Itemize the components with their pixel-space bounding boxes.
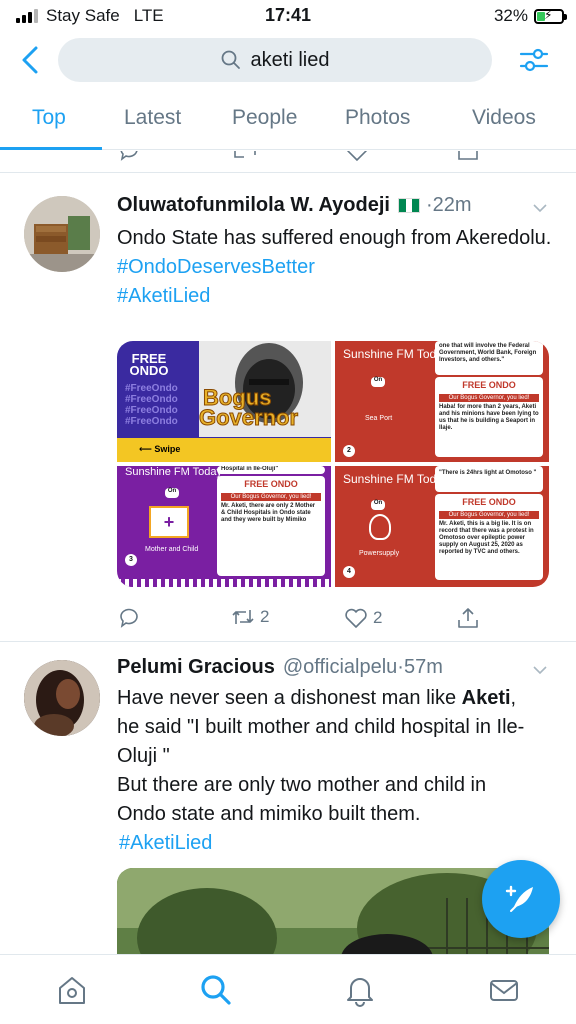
user-handle[interactable]: @officialpelu (283, 656, 397, 679)
hashtag-link[interactable]: #AketiLied (117, 829, 537, 858)
notifications-icon[interactable] (343, 973, 377, 1007)
seaport-label: Sea Port (365, 415, 393, 422)
retweet-icon (232, 610, 254, 624)
messages-icon[interactable] (487, 973, 521, 1007)
chevron-down-icon[interactable] (532, 662, 548, 678)
share-icon[interactable] (456, 151, 480, 163)
display-name[interactable]: Pelumi Gracious (117, 656, 275, 679)
tweet-header: Pelumi Gracious @officialpelu · 57m (117, 656, 443, 679)
tweet-time: 22m (432, 194, 472, 216)
status-right: 32% ⚡ (493, 6, 567, 26)
active-tab-indicator (0, 147, 102, 150)
filter-icon[interactable] (518, 44, 550, 76)
compose-feather-icon (505, 885, 533, 912)
like-count: 2 (373, 608, 383, 627)
chevron-down-icon[interactable] (532, 200, 548, 216)
like-button[interactable]: 2 (343, 606, 382, 630)
compose-tweet-button[interactable] (482, 860, 560, 938)
hashtag-repeat: #FreeOndo #FreeOndo #FreeOndo #FreeOndo (125, 383, 178, 427)
mother-child-label: Mother and Child (145, 546, 199, 553)
nigeria-flag-icon (397, 198, 420, 213)
swipe-strip: ⟵ Swipe (117, 438, 331, 462)
battery-percent: 32% (493, 6, 528, 25)
on-label: On (371, 377, 385, 387)
claim-card: FREE ONDO Our Bogus Governor, you lied! … (217, 476, 325, 576)
tweet-body-line2: But there are only two mother and child … (117, 774, 487, 825)
media-image-1[interactable]: FREE ONDO #FreeOndo #FreeOndo #FreeOndo #Fr… (117, 341, 331, 462)
pattern-strip (117, 579, 331, 587)
search-tabs: Top Latest People Photos Videos (0, 96, 576, 150)
reply-button[interactable] (117, 606, 141, 630)
station-label: Sunshine FM Today (125, 466, 223, 478)
bottom-navigation (0, 954, 576, 1024)
tweet-text: Have never seen a dishonest man like Ake… (117, 684, 537, 858)
tab-top[interactable]: Top (32, 106, 66, 130)
back-icon[interactable] (16, 42, 46, 78)
station-label: Sunshine FM Today (343, 347, 449, 361)
tweet-body: Ondo State has suffered enough from Aker… (117, 227, 552, 249)
like-icon (345, 608, 367, 628)
governor-label: Governor (198, 405, 299, 431)
tab-photos[interactable]: Photos (345, 106, 410, 130)
clock: 17:41 (264, 5, 312, 25)
page-number: 2 (343, 445, 355, 457)
like-icon[interactable] (344, 151, 370, 163)
tweet-text: Ondo State has suffered enough from Aker… (117, 224, 557, 311)
tweet-time: 57m (403, 656, 443, 678)
avatar[interactable] (24, 196, 100, 272)
home-icon[interactable] (55, 973, 89, 1007)
media-image-3[interactable]: Sunshine FM Today Hospital in Ile-Oluji"… (117, 466, 331, 587)
page-number: 3 (125, 554, 137, 566)
tweet-separator: · (425, 194, 433, 216)
free-ondo-label: FREE ONDO (129, 351, 169, 378)
house-icon: + (149, 506, 189, 538)
tab-latest[interactable]: Latest (124, 106, 181, 130)
swipe-label: ⟵ Swipe (139, 444, 181, 454)
avatar[interactable] (24, 660, 100, 736)
hashtag-link[interactable]: #AketiLied (117, 282, 557, 311)
status-bar: Stay Safe LTE 17:41 32% ⚡ (0, 0, 576, 32)
search-header: aketi lied (0, 36, 576, 86)
retweet-count: 2 (260, 607, 270, 626)
tweet[interactable]: Oluwatofunmilola W. Ayodeji · 22m Ondo S… (0, 174, 576, 642)
tab-videos[interactable]: Videos (472, 106, 536, 130)
lightbulb-icon (369, 514, 391, 540)
on-label: On (371, 500, 385, 510)
display-name[interactable]: Oluwatofunmilola W. Ayodeji (117, 194, 390, 217)
quote-card: Hospital in Ile-Oluji" (217, 466, 325, 474)
battery-icon: ⚡ (534, 8, 567, 24)
on-label: On (165, 488, 179, 498)
share-button[interactable] (456, 606, 480, 630)
search-nav-icon[interactable] (199, 973, 233, 1007)
page-number: 4 (343, 566, 355, 578)
search-icon (221, 50, 240, 69)
mention-bold: Aketi (461, 687, 511, 709)
tweet-actions: 2 2 (117, 606, 557, 636)
tweet-header: Oluwatofunmilola W. Ayodeji · 22m (117, 194, 472, 217)
claim-card: FREE ONDO Our Bogus Governor, you lied! … (435, 377, 543, 457)
hashtag-link[interactable]: #OndoDeservesBetter (117, 253, 557, 282)
reply-icon (120, 608, 138, 628)
tweet-body-start: Have never seen a dishonest man like (117, 687, 462, 709)
media-image-2[interactable]: Sunshine FM Today one that will involve … (335, 341, 549, 462)
previous-tweet-actions (0, 151, 576, 173)
tweet-separator: · (397, 656, 404, 678)
tab-people[interactable]: People (232, 106, 297, 130)
search-input[interactable]: aketi lied (58, 38, 492, 82)
station-label: Sunshine FM Today (343, 472, 449, 486)
retweet-icon[interactable] (232, 151, 258, 163)
retweet-button[interactable]: 2 (230, 606, 269, 628)
search-query: aketi lied (250, 48, 330, 71)
reply-icon[interactable] (117, 151, 141, 163)
quote-card: "There is 24hrs light at Omotoso " (435, 466, 543, 492)
quote-card: one that will involve the Federal Govern… (435, 341, 543, 375)
share-icon (458, 608, 478, 628)
media-image-4[interactable]: Sunshine FM Today "There is 24hrs light … (335, 466, 549, 587)
claim-card: FREE ONDO Our Bogus Governor, you lied! … (435, 494, 543, 580)
tweet-media[interactable]: FREE ONDO #FreeOndo #FreeOndo #FreeOndo #Fr… (117, 341, 549, 587)
powersupply-label: Powersupply (359, 550, 400, 557)
